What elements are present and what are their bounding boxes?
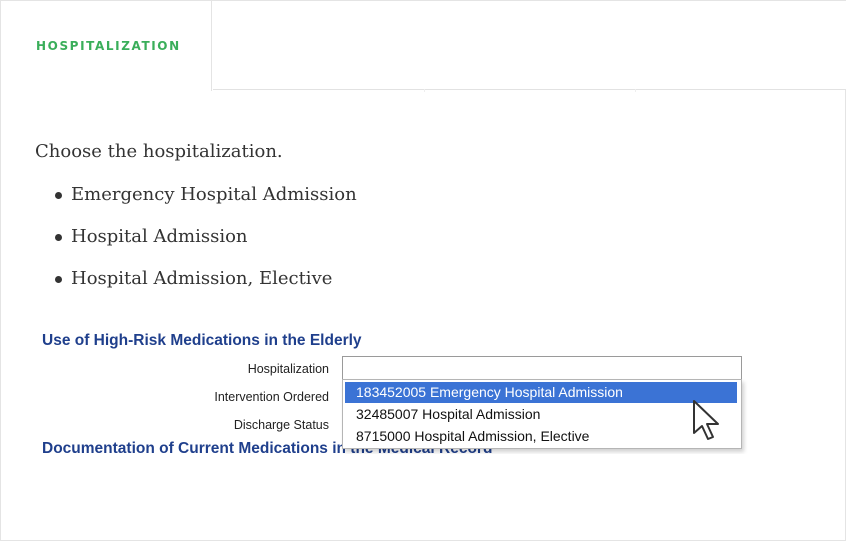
list-item: Hospital Admission, Elective (53, 266, 357, 308)
dropdown-option-admission[interactable]: 32485007 Hospital Admission (345, 404, 737, 425)
hospitalization-select[interactable] (342, 356, 742, 380)
tab-divider (635, 89, 636, 92)
discharge-status-label: Discharge Status (233, 418, 329, 432)
option-text: Emergency Hospital Admission (71, 184, 357, 205)
tab-label: HOSPITALIZATION (36, 39, 181, 53)
dropdown-option-elective[interactable]: 8715000 Hospital Admission, Elective (345, 426, 737, 447)
tab-bar: HOSPITALIZATION (1, 1, 846, 92)
bullet-icon (55, 276, 62, 283)
tab-hospitalization[interactable]: HOSPITALIZATION (1, 1, 212, 91)
intervention-ordered-label: Intervention Ordered (214, 390, 329, 404)
measure-title: Use of High-Risk Medications in the Elde… (42, 332, 362, 349)
option-text: Hospital Admission (71, 226, 248, 247)
mouse-pointer-icon (693, 400, 719, 440)
option-list: Emergency Hospital Admission Hospital Ad… (53, 182, 357, 308)
tab-strip-empty (213, 1, 846, 92)
lesson-card: HOSPITALIZATION Choose the hospitalizati… (0, 0, 846, 541)
instruction-text: Choose the hospitalization. (35, 141, 283, 162)
embedded-screenshot: Use of High-Risk Medications in the Elde… (39, 326, 749, 454)
option-text: Hospital Admission, Elective (71, 268, 333, 289)
bullet-icon (55, 234, 62, 241)
list-item: Emergency Hospital Admission (53, 182, 357, 224)
dropdown-option-emergency[interactable]: 183452005 Emergency Hospital Admission (345, 382, 737, 403)
list-item: Hospital Admission (53, 224, 357, 266)
bullet-icon (55, 192, 62, 199)
tab-divider (424, 89, 425, 92)
hospitalization-dropdown: 183452005 Emergency Hospital Admission 3… (342, 379, 742, 449)
hospitalization-label: Hospitalization (247, 362, 329, 376)
